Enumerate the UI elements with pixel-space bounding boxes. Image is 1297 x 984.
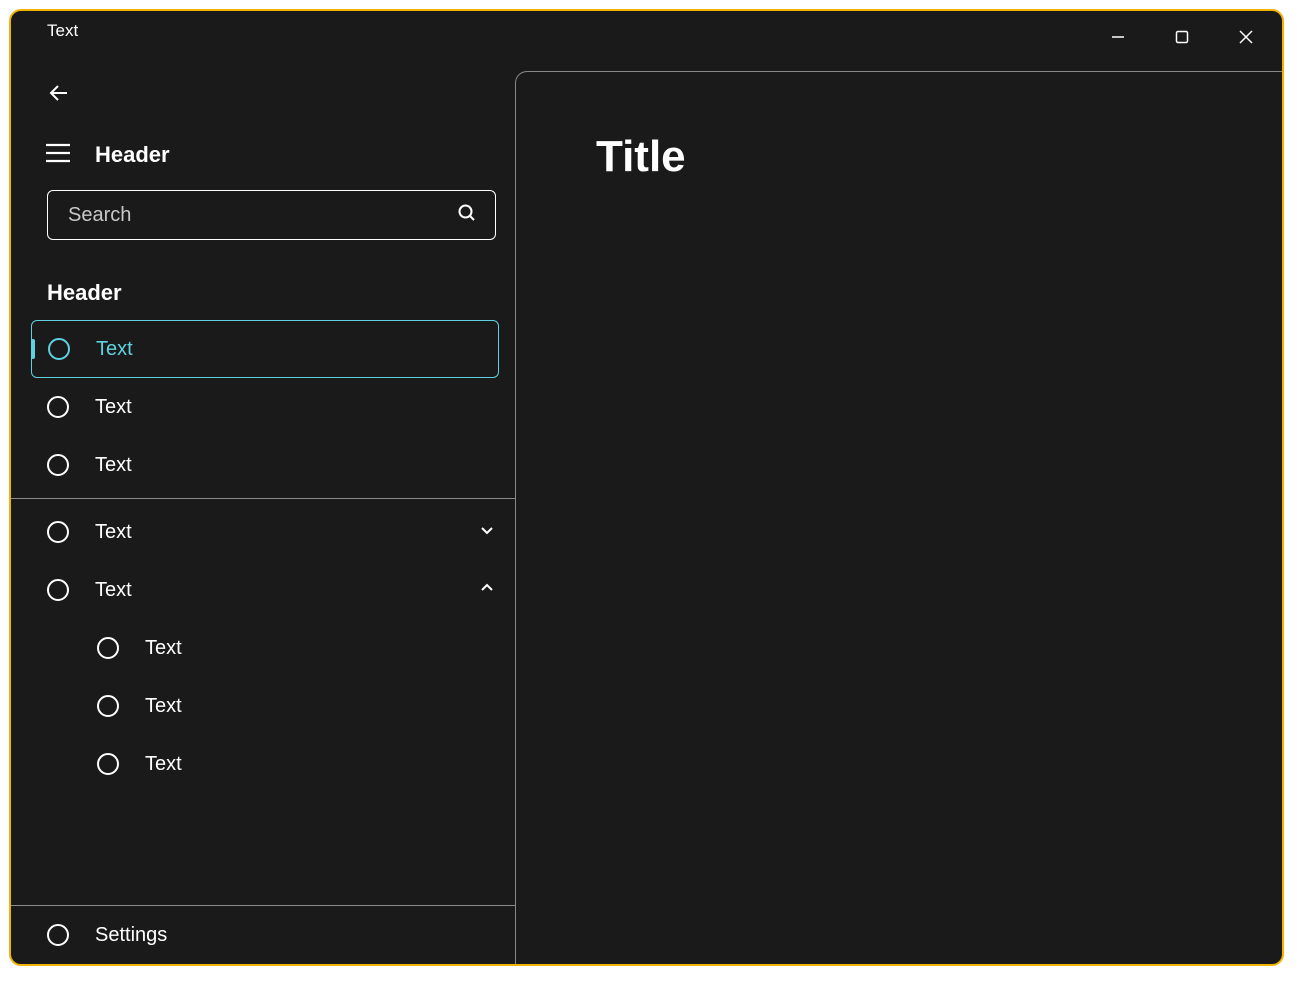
window-body: Header Header Text Text bbox=[11, 59, 1282, 964]
maximize-button[interactable] bbox=[1150, 17, 1214, 57]
page-title: Title bbox=[596, 132, 1282, 182]
nav-item-label: Text bbox=[95, 579, 453, 602]
nav-item-child[interactable]: Text bbox=[11, 619, 515, 677]
nav-item-label: Text bbox=[95, 521, 453, 544]
sidebar-header-label: Header bbox=[95, 142, 170, 168]
circle-icon bbox=[47, 454, 69, 476]
search-input[interactable] bbox=[68, 204, 457, 227]
divider bbox=[11, 498, 515, 499]
main-content: Title bbox=[515, 71, 1282, 964]
sidebar-header-row: Header bbox=[11, 124, 515, 178]
back-row bbox=[11, 59, 515, 124]
app-window: Text Header bbox=[9, 9, 1284, 966]
titlebar: Text bbox=[11, 11, 1282, 59]
circle-icon bbox=[47, 579, 69, 601]
nav-item-label: Text bbox=[145, 695, 495, 718]
circle-icon bbox=[47, 521, 69, 543]
circle-icon bbox=[97, 695, 119, 717]
nav-item-expandable[interactable]: Text bbox=[11, 561, 515, 619]
nav-item-label: Settings bbox=[95, 924, 495, 947]
circle-icon bbox=[97, 637, 119, 659]
chevron-up-icon bbox=[479, 580, 495, 601]
nav-item-label: Text bbox=[96, 338, 478, 361]
nav-item-label: Text bbox=[145, 637, 495, 660]
circle-icon bbox=[47, 924, 69, 946]
search-box[interactable] bbox=[47, 190, 496, 240]
search-row bbox=[11, 178, 515, 252]
nav-item[interactable]: Text bbox=[11, 378, 515, 436]
circle-icon bbox=[97, 753, 119, 775]
nav-item-label: Text bbox=[95, 454, 495, 477]
nav-list: Text Text Text Text bbox=[11, 320, 515, 964]
nav-item-expandable[interactable]: Text bbox=[11, 503, 515, 561]
sidebar: Header Header Text Text bbox=[11, 59, 515, 964]
minimize-button[interactable] bbox=[1086, 17, 1150, 57]
nav-item-label: Text bbox=[145, 753, 495, 776]
spacer bbox=[11, 793, 515, 905]
nav-item[interactable]: Text bbox=[11, 436, 515, 494]
nav-item-label: Text bbox=[95, 396, 495, 419]
back-button[interactable] bbox=[47, 92, 71, 109]
nav-item-child[interactable]: Text bbox=[11, 677, 515, 735]
section-header: Header bbox=[11, 252, 515, 320]
close-button[interactable] bbox=[1214, 17, 1278, 57]
circle-icon bbox=[47, 396, 69, 418]
nav-item-child[interactable]: Text bbox=[11, 735, 515, 793]
circle-icon bbox=[48, 338, 70, 360]
window-controls bbox=[1086, 17, 1282, 57]
window-title: Text bbox=[11, 17, 78, 41]
hamburger-icon[interactable] bbox=[45, 143, 71, 168]
search-icon[interactable] bbox=[457, 203, 477, 228]
chevron-down-icon bbox=[479, 522, 495, 543]
nav-item-settings[interactable]: Settings bbox=[11, 906, 515, 964]
nav-item-selected[interactable]: Text bbox=[31, 320, 499, 378]
